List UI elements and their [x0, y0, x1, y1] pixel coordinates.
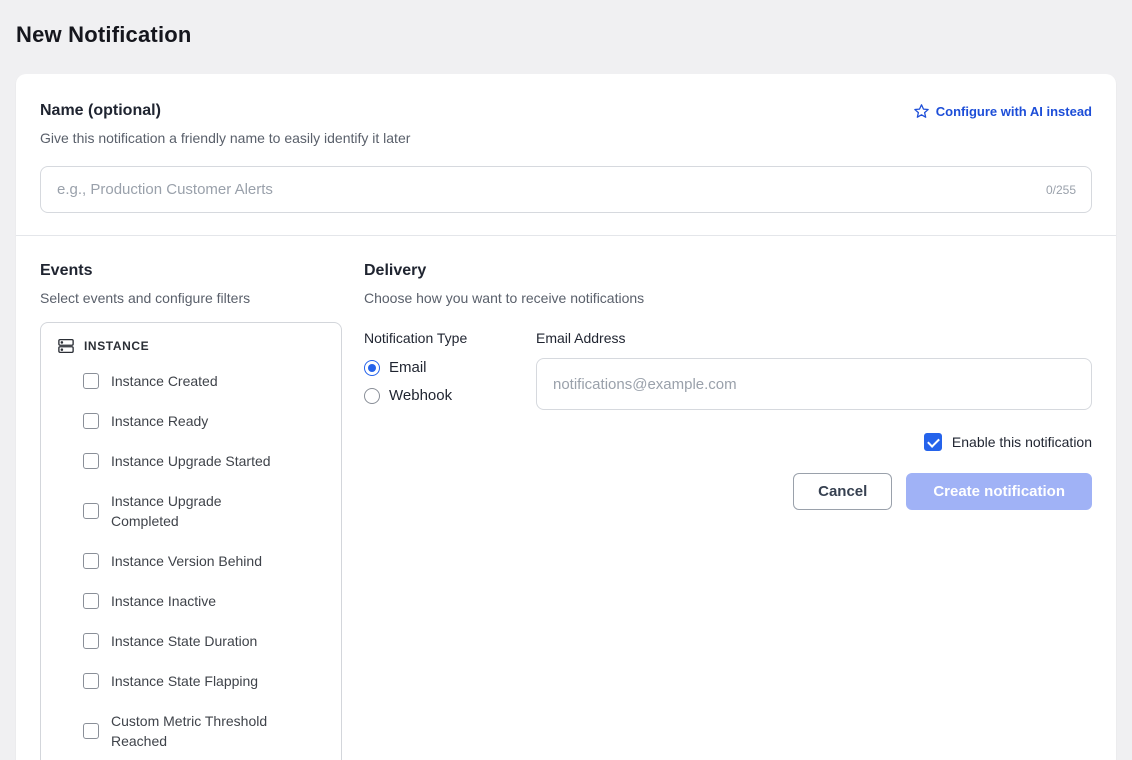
event-item-label: Instance Upgrade Started — [111, 451, 271, 471]
checkbox-instance-created[interactable] — [83, 373, 99, 389]
checkbox-instance-upgrade-started[interactable] — [83, 453, 99, 469]
form-actions: Cancel Create notification — [364, 473, 1092, 510]
enable-notification-label: Enable this notification — [952, 434, 1092, 450]
server-icon — [57, 337, 75, 355]
event-item-label: Custom Metric Threshold Reached — [111, 711, 287, 751]
email-address-input[interactable] — [536, 358, 1092, 410]
name-input-wrap: 0/255 — [40, 166, 1092, 213]
name-section-subtitle: Give this notification a friendly name t… — [40, 130, 1092, 146]
name-section-header: Name (optional) Configure with AI instea… — [40, 102, 1092, 120]
event-item-label: Instance Created — [111, 371, 218, 391]
delivery-subtitle: Choose how you want to receive notificat… — [364, 290, 1092, 306]
email-address-label: Email Address — [536, 330, 1092, 346]
event-item-label: Instance Version Behind — [111, 551, 262, 571]
event-item-instance-ready[interactable]: Instance Ready — [83, 411, 325, 431]
events-column: Events Select events and configure filte… — [40, 262, 342, 760]
radio-option-email[interactable]: Email — [364, 359, 536, 376]
event-item-label: Instance State Duration — [111, 631, 257, 651]
char-counter: 0/255 — [1046, 183, 1076, 197]
event-item-instance-created[interactable]: Instance Created — [83, 371, 325, 391]
event-item-label: Instance State Flapping — [111, 671, 258, 691]
name-section-title: Name (optional) — [40, 102, 161, 120]
configure-with-ai-link[interactable]: Configure with AI instead — [913, 103, 1092, 120]
checkbox-instance-state-duration[interactable] — [83, 633, 99, 649]
radio-option-webhook[interactable]: Webhook — [364, 387, 536, 404]
delivery-title: Delivery — [364, 262, 1092, 280]
event-item-custom-metric-threshold[interactable]: Custom Metric Threshold Reached — [83, 711, 325, 751]
radio-webhook[interactable] — [364, 388, 380, 404]
event-item-instance-version-behind[interactable]: Instance Version Behind — [83, 551, 325, 571]
checkbox-custom-metric-threshold[interactable] — [83, 723, 99, 739]
event-item-instance-state-duration[interactable]: Instance State Duration — [83, 631, 325, 651]
event-item-instance-upgrade-started[interactable]: Instance Upgrade Started — [83, 451, 325, 471]
events-subtitle: Select events and configure filters — [40, 290, 342, 306]
event-group-instance: INSTANCE — [57, 337, 325, 355]
delivery-column: Delivery Choose how you want to receive … — [364, 262, 1092, 510]
sparkle-star-icon — [913, 103, 930, 120]
new-notification-card: Name (optional) Configure with AI instea… — [16, 74, 1116, 760]
notification-name-input[interactable] — [40, 166, 1092, 213]
notification-type-group: Notification Type Email Webhook — [364, 330, 536, 415]
event-item-label: Instance Upgrade Completed — [111, 491, 287, 531]
section-divider — [16, 235, 1116, 236]
page-header: New Notification — [0, 0, 1132, 74]
events-title: Events — [40, 262, 342, 280]
enable-notification-checkbox[interactable] — [924, 433, 942, 451]
email-address-group: Email Address — [536, 330, 1092, 415]
event-item-instance-inactive[interactable]: Instance Inactive — [83, 591, 325, 611]
checkbox-instance-inactive[interactable] — [83, 593, 99, 609]
event-item-label: Instance Ready — [111, 411, 208, 431]
create-notification-button[interactable]: Create notification — [906, 473, 1092, 510]
checkbox-instance-upgrade-completed[interactable] — [83, 503, 99, 519]
cancel-button[interactable]: Cancel — [793, 473, 892, 510]
configure-with-ai-label: Configure with AI instead — [936, 104, 1092, 119]
radio-webhook-label: Webhook — [389, 387, 452, 404]
radio-email-label: Email — [389, 359, 427, 376]
event-item-instance-upgrade-completed[interactable]: Instance Upgrade Completed — [83, 491, 325, 531]
notification-type-label: Notification Type — [364, 330, 536, 346]
events-panel: INSTANCE Instance Created Instance Ready… — [40, 322, 342, 760]
event-group-instance-label: INSTANCE — [84, 339, 149, 353]
radio-email[interactable] — [364, 360, 380, 376]
checkbox-instance-version-behind[interactable] — [83, 553, 99, 569]
page-title: New Notification — [16, 22, 1116, 48]
enable-notification-row[interactable]: Enable this notification — [364, 433, 1092, 451]
checkbox-instance-state-flapping[interactable] — [83, 673, 99, 689]
event-item-label: Instance Inactive — [111, 591, 216, 611]
checkbox-instance-ready[interactable] — [83, 413, 99, 429]
event-item-instance-state-flapping[interactable]: Instance State Flapping — [83, 671, 325, 691]
